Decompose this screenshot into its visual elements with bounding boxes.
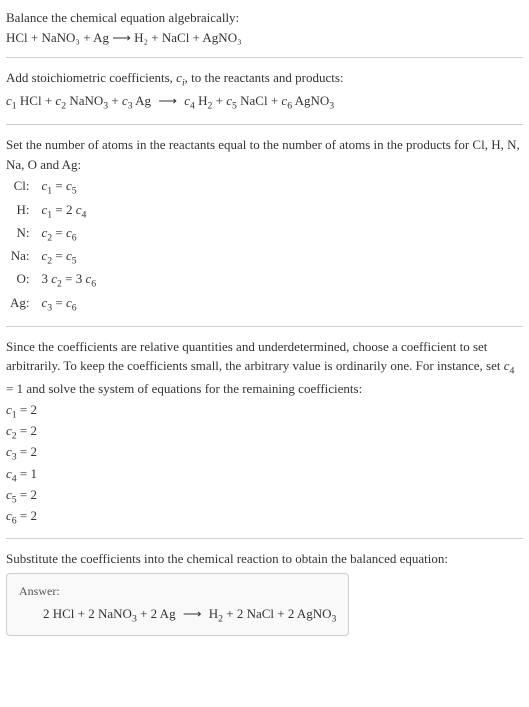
atom-label: O: [6,269,38,292]
coeff-intro-text-1: Add stoichiometric coefficients, [6,70,176,85]
atoms-intro: Set the number of atoms in the reactants… [6,135,523,174]
atom-label: Ag: [6,293,38,316]
divider [6,124,523,125]
list-item: c1 = 2 [6,401,523,422]
atoms-section: Set the number of atoms in the reactants… [6,135,523,315]
atom-equation: c1 = 2 c4 [38,200,101,223]
divider [6,326,523,327]
atoms-table: Cl: c1 = c5 H: c1 = 2 c4 N: c2 = c6 Na: … [6,176,100,315]
atom-equation: c1 = c5 [38,176,101,199]
atom-equation: 3 c2 = 3 c6 [38,269,101,292]
atom-equation: c3 = c6 [38,293,101,316]
list-item: c6 = 2 [6,507,523,528]
divider [6,538,523,539]
divider [6,57,523,58]
list-item: c2 = 2 [6,422,523,443]
coefficients-section: Add stoichiometric coefficients, ci, to … [6,68,523,114]
final-intro: Substitute the coefficients into the che… [6,549,523,569]
coefficients-intro: Add stoichiometric coefficients, ci, to … [6,68,523,91]
final-section: Substitute the coefficients into the che… [6,549,523,636]
prompt-text: Balance the chemical equation algebraica… [6,8,523,28]
answer-label: Answer: [19,582,336,600]
table-row: Na: c2 = c5 [6,246,100,269]
list-item: c4 = 1 [6,465,523,486]
atom-equation: c2 = c6 [38,223,101,246]
coeff-symbol: ci [176,70,185,85]
answer-equation: 2 HCl + 2 NaNO3 + 2 Ag ⟶ H2 + 2 NaCl + 2… [19,604,336,627]
atom-equation: c2 = c5 [38,246,101,269]
prompt-equation: HCl + NaNO₃ + Ag ⟶ H₂ + NaCl + AgNO₃ [6,28,523,48]
solve-intro: Since the coefficients are relative quan… [6,337,523,399]
atom-label: Cl: [6,176,38,199]
solve-section: Since the coefficients are relative quan… [6,337,523,529]
table-row: Cl: c1 = c5 [6,176,100,199]
atom-label: Na: [6,246,38,269]
answer-box: Answer: 2 HCl + 2 NaNO3 + 2 Ag ⟶ H2 + 2 … [6,573,349,636]
table-row: H: c1 = 2 c4 [6,200,100,223]
atom-label: N: [6,223,38,246]
table-row: Ag: c3 = c6 [6,293,100,316]
coeff-intro-text-2: , to the reactants and products: [185,70,344,85]
prompt-section: Balance the chemical equation algebraica… [6,8,523,47]
list-item: c5 = 2 [6,486,523,507]
table-row: O: 3 c2 = 3 c6 [6,269,100,292]
coefficient-list: c1 = 2 c2 = 2 c3 = 2 c4 = 1 c5 = 2 c6 = … [6,401,523,528]
table-row: N: c2 = c6 [6,223,100,246]
coefficients-equation: c1 HCl + c2 NaNO3 + c3 Ag ⟶ c4 H2 + c5 N… [6,91,523,114]
atom-label: H: [6,200,38,223]
list-item: c3 = 2 [6,443,523,464]
